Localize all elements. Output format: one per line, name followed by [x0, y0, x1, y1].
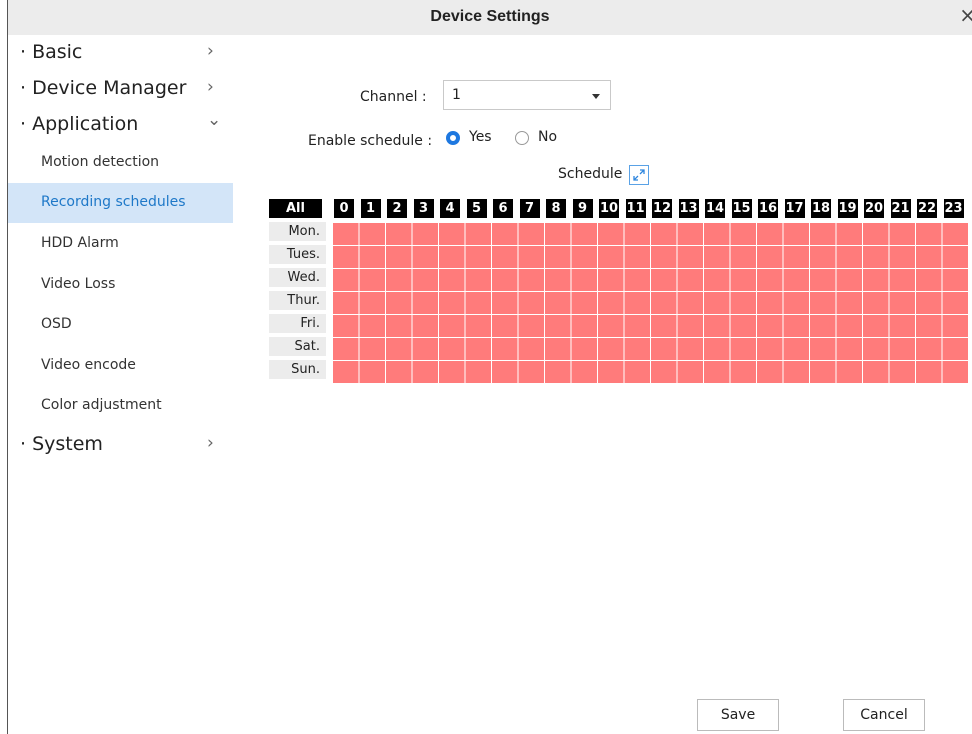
sidebar-group-device-manager[interactable]: · Device Manager ›: [8, 71, 233, 107]
hour-header-11[interactable]: 11: [625, 199, 646, 218]
sidebar-item-label: OSD: [41, 316, 72, 332]
hour-header-7[interactable]: 7: [519, 199, 540, 218]
hour-header-2[interactable]: 2: [387, 199, 407, 218]
schedule-cells[interactable]: [331, 222, 968, 383]
cancel-button[interactable]: Cancel: [843, 699, 925, 731]
sidebar-item-osd[interactable]: OSD: [8, 305, 233, 345]
day-label-fri[interactable]: Fri.: [269, 314, 326, 333]
main-panel: Channel : 1 Enable schedule : Yes No Sch…: [233, 35, 972, 734]
sidebar-item-label: HDD Alarm: [41, 235, 119, 251]
hour-header-15[interactable]: 15: [731, 199, 752, 218]
sidebar-item-label: Color adjustment: [41, 397, 162, 413]
sidebar-group-basic[interactable]: · Basic ›: [8, 35, 233, 71]
hour-header-22[interactable]: 22: [917, 199, 937, 218]
sidebar-group-system[interactable]: · System ›: [8, 427, 233, 463]
day-label-mon[interactable]: Mon.: [269, 222, 326, 241]
hour-header-3[interactable]: 3: [413, 199, 434, 218]
hour-header-21[interactable]: 21: [890, 199, 911, 218]
expand-icon[interactable]: [629, 165, 649, 185]
chevron-down-icon: ⌄: [207, 110, 222, 130]
day-label-tues[interactable]: Tues.: [269, 245, 326, 264]
window-title: Device Settings: [430, 8, 550, 25]
device-settings-window: Device Settings × · Basic › · Device Man…: [0, 0, 972, 734]
hour-header-18[interactable]: 18: [811, 199, 831, 218]
hour-header-14[interactable]: 14: [705, 199, 725, 218]
select-all-button[interactable]: All: [269, 199, 322, 218]
enable-yes-label: Yes: [469, 129, 492, 145]
title-bar: Device Settings ×: [8, 0, 972, 35]
hour-header-1[interactable]: 1: [360, 199, 381, 218]
day-label-sun[interactable]: Sun.: [269, 360, 326, 379]
hour-header-16[interactable]: 16: [758, 199, 778, 218]
channel-select[interactable]: 1: [443, 80, 611, 110]
chevron-right-icon: ›: [207, 41, 214, 61]
sidebar-item-recording-schedules[interactable]: Recording schedules: [8, 183, 233, 223]
sidebar-group-label: · Device Manager: [20, 77, 187, 99]
hour-header-23[interactable]: 23: [943, 199, 964, 218]
chevron-right-icon: ›: [207, 77, 214, 97]
day-label-thur[interactable]: Thur.: [269, 291, 326, 310]
enable-no-label: No: [538, 129, 558, 145]
hour-header-19[interactable]: 19: [837, 199, 858, 218]
caret-down-icon: [592, 94, 600, 99]
hour-header-12[interactable]: 12: [652, 199, 672, 218]
sidebar-group-application[interactable]: · Application ⌄: [8, 107, 233, 143]
channel-label: Channel :: [360, 89, 427, 105]
sidebar-item-video-encode[interactable]: Video encode: [8, 346, 233, 386]
sidebar-item-color-adjustment[interactable]: Color adjustment: [8, 386, 233, 426]
channel-value: 1: [452, 87, 461, 103]
hour-header-8[interactable]: 8: [546, 199, 566, 218]
enable-schedule-label: Enable schedule :: [308, 133, 433, 149]
sidebar: · Basic › · Device Manager › · Applicati…: [8, 35, 233, 734]
sidebar-item-hdd-alarm[interactable]: HDD Alarm: [8, 224, 233, 264]
sidebar-group-label: · Basic: [20, 41, 83, 63]
hour-header-13[interactable]: 13: [678, 199, 699, 218]
enable-no-radio[interactable]: [515, 131, 529, 145]
sidebar-item-label: Video Loss: [41, 276, 116, 292]
schedule-label: Schedule: [558, 166, 623, 182]
hour-header-5[interactable]: 5: [466, 199, 487, 218]
chevron-right-icon: ›: [207, 433, 214, 453]
sidebar-item-motion-detection[interactable]: Motion detection: [8, 143, 233, 183]
hour-header-0[interactable]: 0: [334, 199, 354, 218]
hour-header-6[interactable]: 6: [493, 199, 513, 218]
sidebar-item-label: Recording schedules: [41, 194, 186, 210]
hour-header-20[interactable]: 20: [864, 199, 884, 218]
sidebar-group-label: · System: [20, 433, 103, 455]
close-icon[interactable]: ×: [959, 3, 972, 27]
sidebar-item-video-loss[interactable]: Video Loss: [8, 265, 233, 305]
hour-header-17[interactable]: 17: [784, 199, 805, 218]
sidebar-item-label: Video encode: [41, 357, 136, 373]
hour-header-4[interactable]: 4: [440, 199, 460, 218]
enable-yes-radio[interactable]: [446, 131, 460, 145]
hour-header-9[interactable]: 9: [572, 199, 593, 218]
day-label-sat[interactable]: Sat.: [269, 337, 326, 356]
sidebar-group-label: · Application: [20, 113, 139, 135]
sidebar-item-label: Motion detection: [41, 154, 160, 170]
day-label-wed[interactable]: Wed.: [269, 268, 326, 287]
save-button[interactable]: Save: [697, 699, 779, 731]
hour-header-10[interactable]: 10: [599, 199, 619, 218]
